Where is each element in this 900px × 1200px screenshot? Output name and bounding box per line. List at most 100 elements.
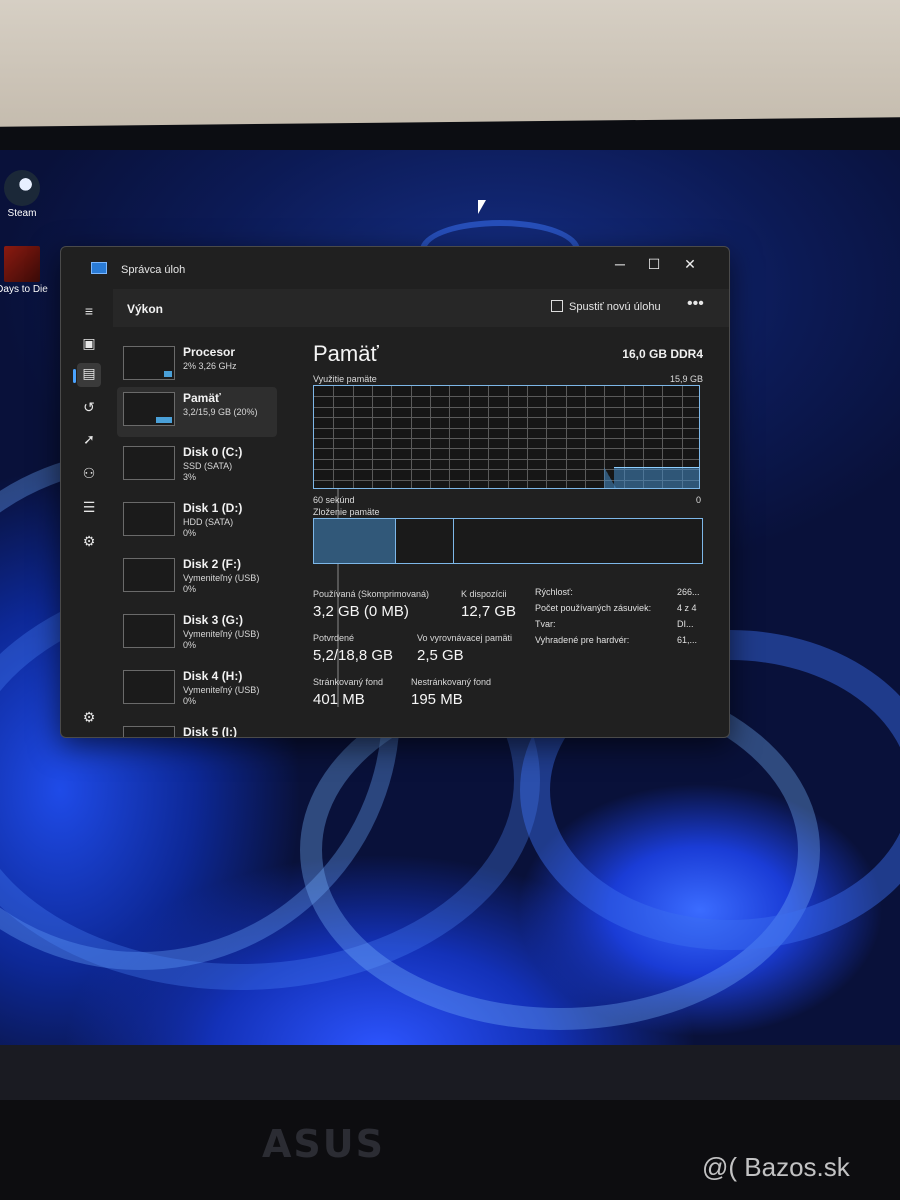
speed-value: 266... (677, 587, 700, 597)
monitor-brand-logo: ASUS (262, 1122, 386, 1166)
device-name: Procesor (183, 345, 236, 359)
slots-value: 4 z 4 (677, 603, 697, 613)
startup-icon[interactable]: ➚ (79, 429, 99, 449)
graph-gridline (527, 386, 528, 488)
memory-type: 16,0 GB DDR4 (622, 347, 703, 361)
graph-gridline (411, 386, 412, 488)
run-new-task-button[interactable]: Spustiť novú úlohu (551, 300, 661, 313)
more-options-button[interactable]: ••• (687, 295, 704, 313)
performance-icon[interactable]: ▤ (77, 363, 101, 387)
device-thumbnail (123, 726, 175, 737)
available-label: K dispozícii (461, 589, 507, 599)
memory-composition-bar (313, 518, 703, 564)
form-factor-value: DI... (677, 619, 694, 629)
usage-graph-label: Využitie pamäte (313, 374, 377, 384)
device-thumbnail (123, 502, 175, 536)
usage-graph-max: 15,9 GB (669, 374, 703, 384)
cached-label: Vo vyrovnávacej pamäti (417, 633, 513, 643)
paged-pool-label: Stránkovaný fond (313, 677, 384, 687)
device-name: Disk 2 (F:) (183, 557, 242, 571)
graph-gridline (585, 386, 586, 488)
device-detail: HDD (SATA) 0% (183, 517, 234, 538)
graph-time-label: 60 sekúnd (313, 495, 355, 505)
settings-icon[interactable]: ⚙ (79, 707, 99, 727)
composition-modified (396, 519, 454, 563)
monitor-base (0, 1100, 900, 1200)
desktop-icon-label: Days to Die (0, 284, 48, 295)
device-detail: Vymeniteľný (USB) 0% (183, 685, 260, 706)
device-name: Disk 1 (D:) (183, 501, 243, 515)
graph-gridline (372, 386, 373, 488)
device-item-disk-2[interactable]: Disk 2 (F:) Vymeniteľný (USB) 0% (117, 553, 277, 603)
in-use-label: Používaná (Skomprimovaná) (313, 589, 430, 599)
graph-zero-label: 0 (695, 495, 701, 505)
minimize-button[interactable]: ─ (605, 253, 635, 275)
hardware-reserved-value: 61,... (677, 635, 698, 645)
device-item-memory[interactable]: Pamäť 3,2/15,9 GB (20%) (117, 387, 277, 437)
device-item-disk-3[interactable]: Disk 3 (G:) Vymeniteľný (USB) 0% (117, 609, 277, 659)
new-task-icon (551, 300, 563, 312)
composition-label: Zloženie pamäte (313, 507, 380, 517)
history-icon[interactable]: ↺ (79, 397, 99, 417)
close-button[interactable]: ✕ (675, 253, 705, 275)
committed-label: Potvrdené (313, 633, 355, 643)
memory-usage-graph (313, 385, 700, 489)
device-name: Disk 0 (C:) (183, 445, 243, 459)
monitor-bezel (0, 1045, 900, 1105)
nonpaged-pool-value: 195 MB (411, 691, 463, 708)
device-detail: Vymeniteľný (USB) 0% (183, 573, 260, 594)
maximize-button[interactable]: ☐ (639, 253, 669, 275)
desktop-icon-days-to-die[interactable]: Days to Die (0, 246, 52, 295)
device-item-disk-5[interactable]: Disk 5 (I:) (117, 721, 277, 738)
header-bar: Výkon Spustiť novú úlohu ••• (113, 289, 729, 327)
active-nav-indicator (73, 369, 76, 383)
details-icon[interactable]: ☰ (79, 497, 99, 517)
game-icon (4, 246, 40, 282)
available-value: 12,7 GB (461, 603, 517, 620)
device-thumbnail (123, 392, 175, 426)
device-thumbnail (123, 614, 175, 648)
nav-sidebar: ≡ ▣ ▤ ↺ ➚ ⚇ ☰ ⚙ ⚙ (61, 287, 113, 737)
device-item-disk-0[interactable]: Disk 0 (C:) SSD (SATA) 3% (117, 441, 277, 491)
title-bar[interactable]: Správca úloh ─ ☐ ✕ (61, 247, 729, 287)
task-manager-icon (91, 262, 107, 274)
device-detail: Vymeniteľný (USB) 0% (183, 629, 260, 650)
task-manager-window: Správca úloh ─ ☐ ✕ ≡ ▣ ▤ ↺ ➚ ⚇ ☰ ⚙ ⚙ Výk… (60, 246, 730, 738)
device-item-disk-4[interactable]: Disk 4 (H:) Vymeniteľný (USB) 0% (117, 665, 277, 715)
device-item-processor[interactable]: Procesor 2% 3,26 GHz (117, 341, 277, 391)
graph-gridline (430, 386, 431, 488)
memory-panel: Pamäť 16,0 GB DDR4 Využitie pamäte 15,9 … (313, 337, 713, 737)
users-icon[interactable]: ⚇ (79, 463, 99, 483)
hamburger-icon[interactable]: ≡ (79, 301, 99, 321)
steam-icon (4, 170, 40, 206)
device-name: Disk 4 (H:) (183, 669, 243, 683)
device-list: Procesor 2% 3,26 GHz Pamäť 3,2/15,9 GB (… (113, 337, 339, 738)
panel-title: Pamäť (313, 341, 379, 366)
graph-gridline (333, 386, 334, 488)
desktop-icon-label: Steam (7, 208, 37, 219)
device-detail: 2% 3,26 GHz (183, 361, 237, 371)
form-factor-label: Tvar: (535, 619, 556, 629)
mouse-cursor-icon (478, 200, 486, 214)
graph-gridline (391, 386, 392, 488)
device-item-disk-1[interactable]: Disk 1 (D:) HDD (SATA) 0% (117, 497, 277, 547)
graph-gridline (566, 386, 567, 488)
device-name: Disk 3 (G:) (183, 613, 244, 627)
graph-gridline (449, 386, 450, 488)
graph-gridline (546, 386, 547, 488)
window-title: Správca úloh (121, 264, 186, 276)
hardware-reserved-label: Vyhradené pre hardvér: (535, 635, 630, 645)
nonpaged-pool-label: Nestránkovaný fond (411, 677, 492, 687)
slots-label: Počet používaných zásuviek: (535, 603, 652, 613)
device-thumbnail (123, 446, 175, 480)
device-thumbnail (123, 558, 175, 592)
device-thumbnail (123, 670, 175, 704)
services-icon[interactable]: ⚙ (79, 531, 99, 551)
composition-in-use (314, 519, 396, 563)
device-name: Disk 5 (I:) (183, 725, 238, 738)
composition-standby (454, 519, 704, 563)
desktop-icon-steam[interactable]: Steam (0, 170, 52, 219)
processes-icon[interactable]: ▣ (79, 333, 99, 353)
cached-value: 2,5 GB (417, 647, 464, 664)
paged-pool-value: 401 MB (313, 691, 365, 708)
